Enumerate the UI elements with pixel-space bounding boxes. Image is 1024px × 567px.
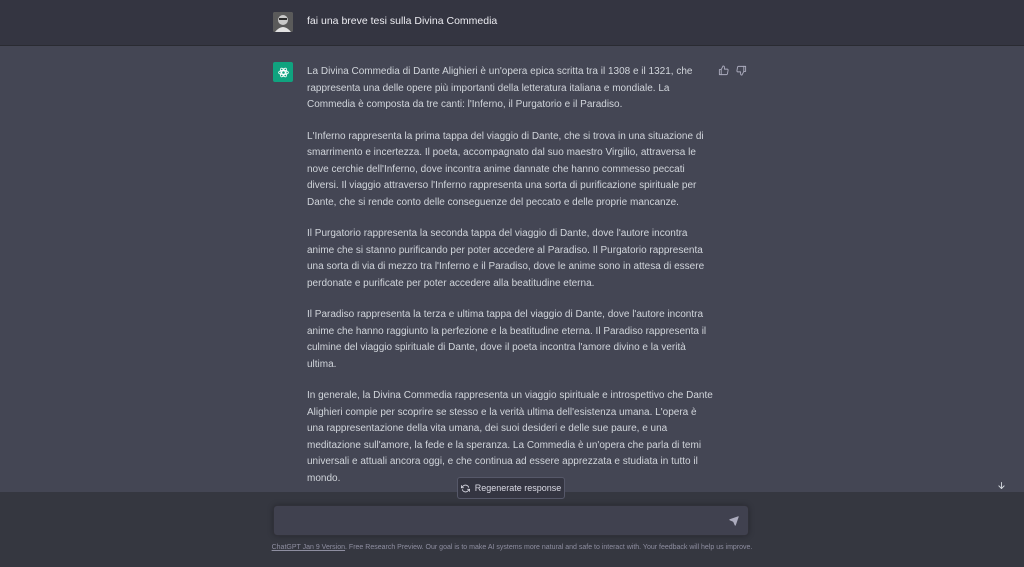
assistant-response: La Divina Commedia di Dante Alighieri è … bbox=[307, 64, 713, 502]
message-input-box bbox=[273, 505, 749, 536]
footer-disclaimer: ChatGPT Jan 9 Version. Free Research Pre… bbox=[0, 544, 1024, 551]
user-message: fai una breve tesi sulla Divina Commedia bbox=[0, 0, 1024, 46]
user-message-text: fai una breve tesi sulla Divina Commedia bbox=[307, 15, 498, 27]
response-paragraph: Il Paradiso rappresenta la terza e ultim… bbox=[307, 309, 707, 370]
chat-page: fai una breve tesi sulla Divina Commedia… bbox=[0, 0, 1024, 567]
feedback-buttons bbox=[717, 64, 747, 76]
response-paragraph: Il Purgatorio rappresenta la seconda tap… bbox=[307, 228, 705, 289]
thumbs-down-icon[interactable] bbox=[735, 64, 747, 76]
message-input[interactable] bbox=[282, 512, 722, 530]
version-link[interactable]: ChatGPT Jan 9 Version bbox=[272, 544, 345, 551]
response-paragraph: L'Inferno rappresenta la prima tappa del… bbox=[307, 130, 704, 208]
regenerate-button[interactable]: Regenerate response bbox=[457, 477, 565, 499]
regenerate-label: Regenerate response bbox=[474, 483, 562, 493]
openai-logo-icon bbox=[273, 62, 293, 82]
thumbs-up-icon[interactable] bbox=[717, 64, 729, 76]
response-paragraph: In generale, la Divina Commedia rapprese… bbox=[307, 390, 713, 484]
footer-text: . Free Research Preview. Our goal is to … bbox=[345, 544, 753, 551]
send-icon[interactable] bbox=[728, 515, 740, 527]
arrow-down-icon[interactable] bbox=[995, 479, 1007, 491]
user-avatar bbox=[273, 12, 293, 32]
response-paragraph: La Divina Commedia di Dante Alighieri è … bbox=[307, 66, 693, 110]
refresh-icon bbox=[460, 484, 470, 492]
assistant-message: La Divina Commedia di Dante Alighieri è … bbox=[0, 46, 1024, 492]
